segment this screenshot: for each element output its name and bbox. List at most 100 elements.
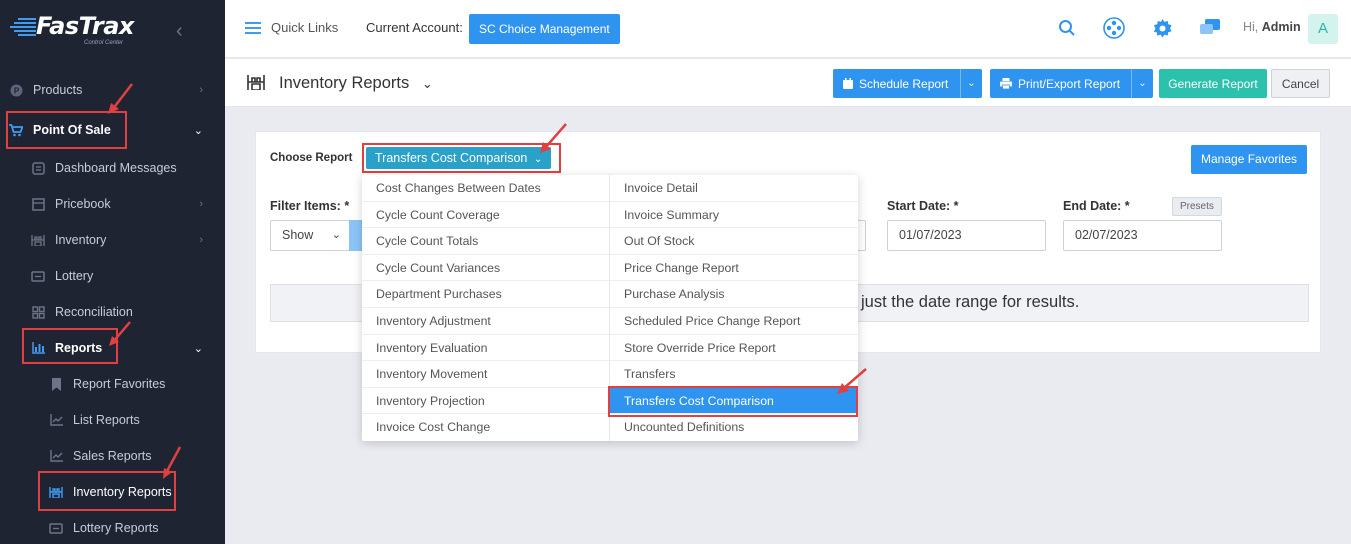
inventory-icon [31,233,45,247]
chevron-down-icon: ⌄ [193,342,203,355]
inventory-icon [247,75,265,90]
dropdown-item[interactable]: Inventory Movement [362,361,609,388]
dropdown-item[interactable]: Invoice Cost Change [362,414,609,441]
dropdown-column-left: Cost Changes Between Dates Cycle Count C… [362,175,610,441]
message-icon [31,161,45,175]
avatar[interactable]: A [1308,14,1338,44]
sidebar-item-label: Sales Reports [73,449,152,463]
sidebar-item-list-reports[interactable]: List Reports [0,405,225,435]
presets-button[interactable]: Presets [1172,197,1222,216]
dropdown-item[interactable]: Out Of Stock [610,228,858,255]
dropdown-item[interactable]: Scheduled Price Change Report [610,308,858,335]
generate-report-button[interactable]: Generate Report [1159,69,1267,98]
annotation-arrow-icon [540,123,567,153]
manage-favorites-button[interactable]: Manage Favorites [1191,145,1308,174]
schedule-report-button[interactable]: Schedule Report ⌄ [833,69,982,98]
dropdown-item[interactable]: Transfers [610,361,858,388]
gear-icon[interactable] [1151,17,1173,39]
collapse-sidebar-icon[interactable]: ‹ [176,20,183,43]
cart-icon [9,123,23,137]
annotation-arrow-icon [108,83,133,114]
filter-items-label: Filter Items: * [270,199,350,213]
sidebar-item-label: Inventory [55,233,107,247]
dropdown-item[interactable]: Inventory Adjustment [362,308,609,335]
topbar: Quick Links Current Account: SC Choice M… [225,0,1351,58]
dropdown-item[interactable]: Department Purchases [362,281,609,308]
greeting-prefix: Hi, [1243,20,1259,34]
sidebar-item-label: Inventory Reports [73,485,172,499]
line-chart-icon [49,449,63,463]
dropdown-item[interactable]: Cycle Count Variances [362,255,609,282]
lottery-ticket-icon [31,269,45,283]
sidebar-item-label: Reconciliation [55,305,133,319]
inventory-icon [49,485,63,499]
search-icon[interactable] [1056,17,1078,39]
dropdown-item[interactable]: Cycle Count Totals [362,228,609,255]
apps-icon[interactable] [1103,17,1125,39]
sidebar-item-lottery[interactable]: Lottery [0,261,225,291]
dropdown-item[interactable]: Inventory Projection [362,388,609,415]
sidebar-item-label: Pricebook [55,197,111,211]
user-name: Admin [1261,20,1301,34]
sidebar: FasTrax Control Center ‹ P Products › Po… [0,0,225,544]
dropdown-item[interactable]: Invoice Detail [610,175,858,202]
chevron-down-icon: ⌄ [331,229,341,241]
sidebar-item-sales-reports[interactable]: Sales Reports [0,441,225,471]
logo-subtitle: Control Center [84,40,124,46]
chevron-down-icon: ⌄ [533,154,543,165]
start-date-label: Start Date: * [887,199,959,213]
dropdown-item[interactable]: Purchase Analysis [610,281,858,308]
dropdown-item[interactable]: Uncounted Definitions [610,414,858,441]
dropdown-item[interactable]: Cost Changes Between Dates [362,175,609,202]
filter-options-button[interactable] [349,220,363,251]
annotation-arrow-icon [837,368,867,394]
dropdown-item[interactable]: Store Override Price Report [610,335,858,362]
highlight-box [608,386,858,417]
dropdown-item[interactable]: Invoice Summary [610,202,858,229]
report-select-button[interactable]: Transfers Cost Comparison ⌄ [366,147,552,169]
chevron-down-icon[interactable]: ⌄ [1131,69,1153,98]
selected-report-label: Transfers Cost Comparison [375,151,528,165]
bookmark-icon [49,377,63,391]
chevron-down-icon[interactable]: ⌄ [960,69,982,98]
start-date-input[interactable]: 01/07/2023 [887,220,1046,251]
menu-icon [245,21,261,34]
sidebar-item-label: Lottery [55,269,94,283]
sidebar-item-point-of-sale[interactable]: Point Of Sale ⌄ [0,115,225,145]
current-account-label: Current Account: [366,20,463,35]
filter-items-select[interactable]: Show ⌄ [270,220,350,251]
printer-icon [1000,78,1012,89]
greeting: Hi, Admin [1243,20,1301,34]
fastrax-logo[interactable]: FasTrax Control Center [10,12,134,46]
end-date-input[interactable]: 02/07/2023 [1063,220,1222,251]
line-chart-icon [49,413,63,427]
sidebar-item-inventory[interactable]: Inventory › [0,225,225,255]
chevron-right-icon: › [199,198,203,210]
page-title[interactable]: Inventory Reports ⌄ [279,74,433,93]
quick-links-button[interactable]: Quick Links [245,20,338,35]
logo-lines-icon [10,18,36,36]
dropdown-item[interactable]: Inventory Evaluation [362,335,609,362]
bar-chart-icon [31,341,45,355]
sidebar-item-dashboard-messages[interactable]: Dashboard Messages [0,153,225,183]
dropdown-item[interactable]: Price Change Report [610,255,858,282]
sidebar-item-inventory-reports[interactable]: Inventory Reports [0,477,225,507]
pricebook-icon [31,197,45,211]
sidebar-item-label: Point Of Sale [33,123,111,137]
chevron-down-icon: ⌄ [193,124,203,137]
annotation-arrow-icon [163,446,182,479]
sidebar-item-lottery-reports[interactable]: Lottery Reports [0,513,225,543]
sidebar-item-report-favorites[interactable]: Report Favorites [0,369,225,399]
cancel-button[interactable]: Cancel [1271,69,1330,98]
account-selector-button[interactable]: SC Choice Management [469,14,620,44]
sidebar-item-label: List Reports [73,413,140,427]
sidebar-item-label: Dashboard Messages [55,161,177,175]
print-export-label: Print/Export Report [1018,76,1121,91]
sidebar-item-label: Products [33,83,83,97]
filter-items-value: Show [282,228,314,242]
dropdown-item[interactable]: Cycle Count Coverage [362,202,609,229]
sidebar-item-pricebook[interactable]: Pricebook › [0,189,225,219]
chat-icon[interactable] [1199,17,1221,39]
calendar-icon [843,78,853,89]
print-export-button[interactable]: Print/Export Report ⌄ [990,69,1153,98]
